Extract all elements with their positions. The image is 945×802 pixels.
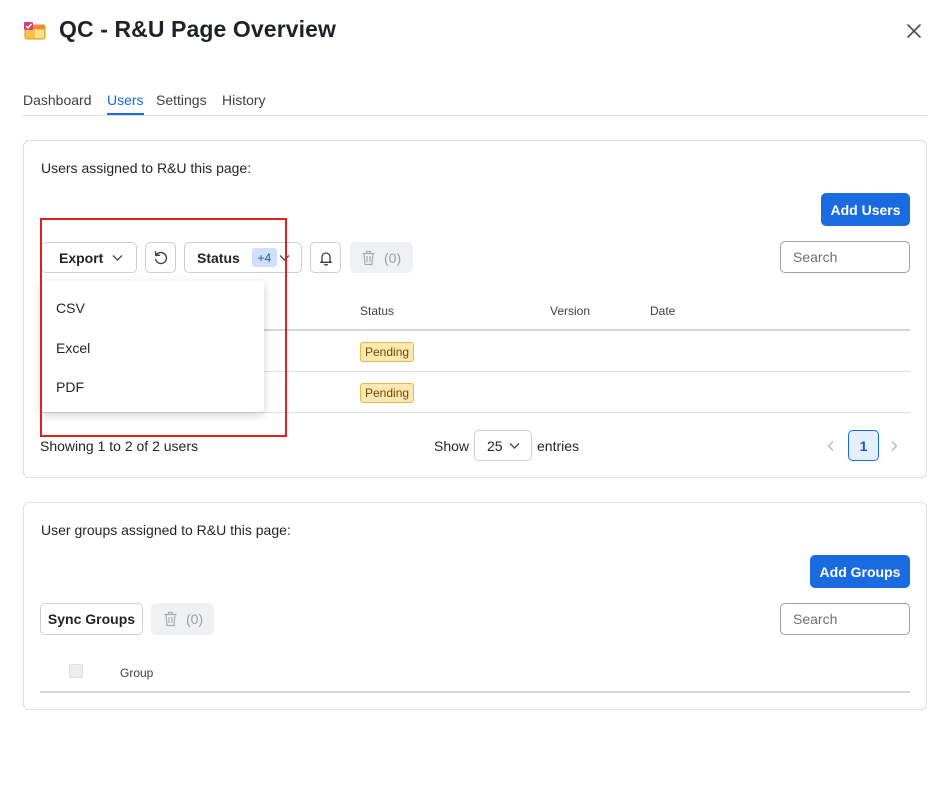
chevron-left-icon[interactable]: [825, 440, 837, 452]
page-button-1[interactable]: 1: [848, 430, 879, 461]
export-button-label: Export: [59, 249, 104, 266]
column-header-group[interactable]: Group: [120, 666, 153, 680]
tab-bar: Dashboard Users Settings History: [23, 90, 927, 116]
status-badge: Pending: [360, 383, 415, 403]
page-size-value: 25: [487, 437, 503, 454]
add-users-button[interactable]: Add Users: [821, 193, 910, 226]
status-badge: Pending: [360, 342, 415, 362]
refresh-button[interactable]: [145, 242, 176, 273]
groups-card: User groups assigned to R&U this page: A…: [23, 502, 927, 710]
export-button[interactable]: Export: [41, 242, 137, 273]
sync-groups-button[interactable]: Sync Groups: [40, 603, 143, 635]
column-header-date[interactable]: Date: [650, 304, 675, 318]
show-label: Show: [434, 438, 470, 454]
calendar-check-icon: [24, 22, 46, 40]
notify-button[interactable]: [310, 242, 341, 273]
page-size-select[interactable]: 25: [474, 430, 532, 461]
tab-users[interactable]: Users: [107, 92, 144, 115]
trash-icon: [164, 611, 177, 627]
status-filter-button[interactable]: Status +4: [184, 242, 302, 273]
groups-search-input[interactable]: Search: [780, 603, 910, 635]
chevron-down-icon: [509, 443, 520, 449]
row-divider: [40, 412, 910, 413]
status-filter-label: Status: [197, 249, 240, 266]
select-all-checkbox[interactable]: [69, 664, 83, 678]
users-search-input[interactable]: Search: [780, 241, 910, 273]
chevron-right-icon[interactable]: [888, 440, 900, 452]
delete-users-button[interactable]: (0): [350, 242, 413, 273]
groups-section-label: User groups assigned to R&U this page:: [41, 522, 291, 538]
export-dropdown-menu: CSV Excel PDF: [41, 281, 264, 412]
delete-count: (0): [384, 249, 402, 266]
chevron-down-icon: [279, 255, 290, 261]
tab-history[interactable]: History: [222, 92, 266, 115]
export-excel-option[interactable]: Excel: [56, 340, 90, 356]
close-icon[interactable]: [903, 20, 925, 42]
delete-count: (0): [186, 611, 204, 627]
column-header-status[interactable]: Status: [360, 304, 394, 318]
column-header-version[interactable]: Version: [550, 304, 590, 318]
page-title: QC - R&U Page Overview: [59, 16, 337, 42]
add-groups-button[interactable]: Add Groups: [810, 555, 910, 588]
refresh-icon: [154, 250, 167, 264]
tab-dashboard[interactable]: Dashboard: [23, 92, 92, 115]
trash-icon: [362, 250, 375, 265]
table-header-divider: [40, 691, 910, 693]
status-count-badge: +4: [251, 248, 277, 267]
entries-label: entries: [537, 438, 580, 454]
showing-count: Showing 1 to 2 of 2 users: [40, 438, 198, 454]
export-pdf-option[interactable]: PDF: [56, 379, 84, 395]
delete-groups-button[interactable]: (0): [151, 603, 214, 635]
users-section-label: Users assigned to R&U this page:: [41, 160, 252, 176]
tab-settings[interactable]: Settings: [156, 92, 207, 115]
bell-icon: [319, 251, 332, 266]
chevron-down-icon: [112, 255, 123, 261]
export-csv-option[interactable]: CSV: [56, 300, 85, 316]
